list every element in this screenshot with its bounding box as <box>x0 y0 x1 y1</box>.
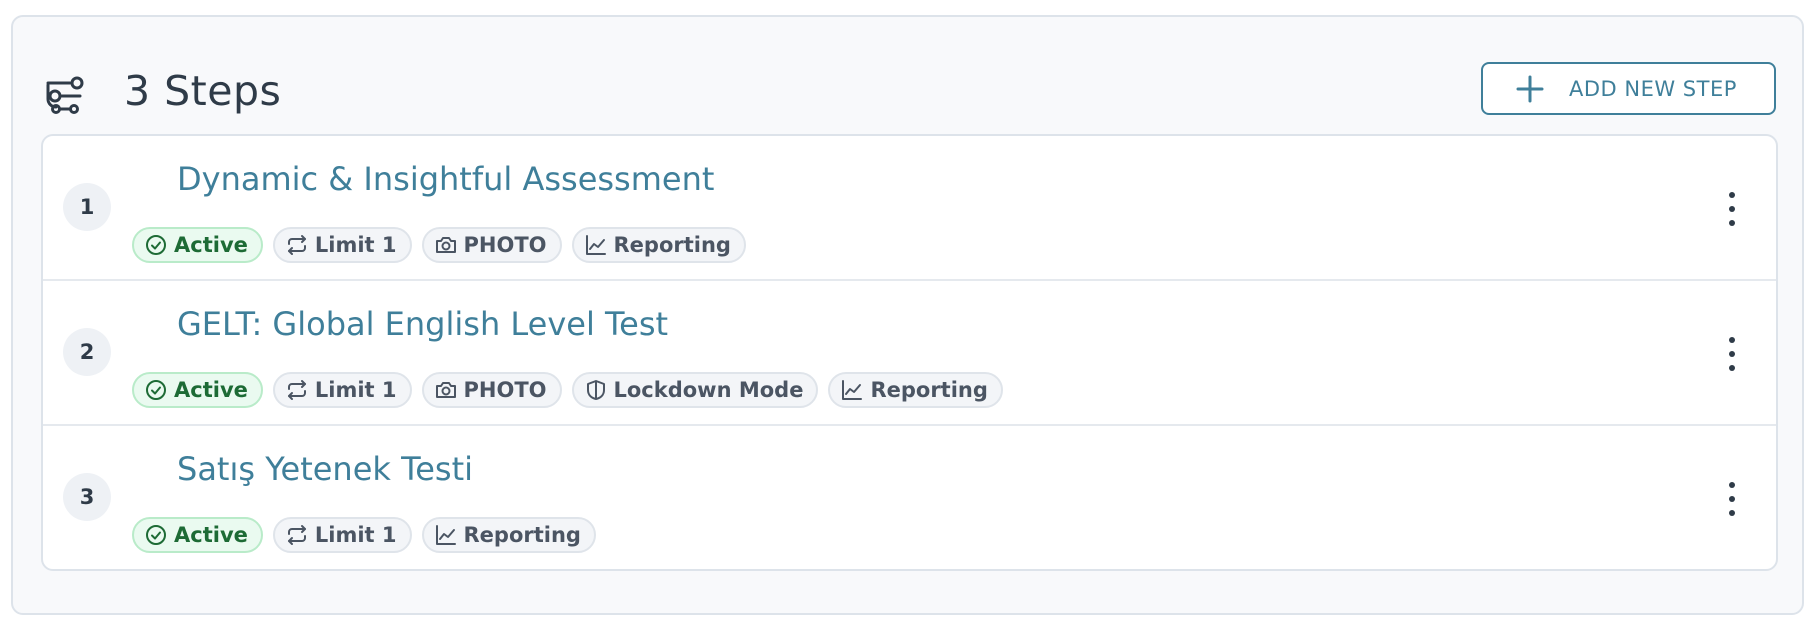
tag-active: Active <box>132 372 263 408</box>
tag-active: Active <box>132 227 263 263</box>
more-options-icon[interactable] <box>1722 337 1742 371</box>
plus-icon <box>1516 75 1544 102</box>
more-options-icon[interactable] <box>1722 192 1742 226</box>
repeat-icon <box>285 378 315 402</box>
steps-list: 1 Dynamic & Insightful Assessment Active Li… <box>41 134 1778 571</box>
camera-icon <box>434 378 464 402</box>
tag-limit-1: Limit 1 <box>272 372 412 408</box>
step-tags: Active Limit 1 Reporting <box>132 517 596 553</box>
step-title-link[interactable]: Satış Yetenek Testi <box>177 450 473 488</box>
tag-label: Limit 1 <box>314 378 397 402</box>
check-circle-icon <box>144 233 174 257</box>
tag-label: Active <box>174 233 248 257</box>
tag-lockdown-mode: Lockdown Mode <box>571 372 819 408</box>
tag-label: Limit 1 <box>314 233 397 257</box>
check-circle-icon <box>144 378 174 402</box>
tag-label: Reporting <box>613 233 731 257</box>
tag-reporting: Reporting <box>571 227 746 263</box>
tag-reporting: Reporting <box>421 517 596 553</box>
check-circle-icon <box>144 523 174 547</box>
tag-limit-1: Limit 1 <box>272 227 412 263</box>
repeat-icon <box>285 523 315 547</box>
tag-photo: PHOTO <box>421 227 562 263</box>
more-options-icon[interactable] <box>1722 482 1742 516</box>
step-number-badge: 1 <box>63 183 111 231</box>
tag-label: Limit 1 <box>314 523 397 547</box>
steps-route-icon <box>46 76 84 114</box>
add-new-step-button[interactable]: ADD NEW STEP <box>1481 62 1776 115</box>
tag-label: Reporting <box>463 523 581 547</box>
tag-label: Active <box>174 378 248 402</box>
camera-icon <box>434 233 464 257</box>
step-row[interactable]: 3 Satış Yetenek Testi Active Limit 1 Reporti… <box>43 426 1776 569</box>
step-title-link[interactable]: GELT: Global English Level Test <box>177 305 668 343</box>
step-number-badge: 2 <box>63 328 111 376</box>
tag-photo: PHOTO <box>421 372 562 408</box>
add-new-step-label: ADD NEW STEP <box>1569 76 1737 101</box>
tag-label: PHOTO <box>463 233 547 257</box>
chart-line-icon <box>584 233 614 257</box>
repeat-icon <box>285 233 315 257</box>
chart-line-icon <box>840 378 870 402</box>
tag-active: Active <box>132 517 263 553</box>
tag-limit-1: Limit 1 <box>272 517 412 553</box>
steps-header: 3 Steps ADD NEW STEP <box>13 17 1802 135</box>
chart-line-icon <box>434 523 464 547</box>
tag-label: PHOTO <box>463 378 547 402</box>
step-title-link[interactable]: Dynamic & Insightful Assessment <box>177 160 714 198</box>
tag-label: Reporting <box>870 378 988 402</box>
step-row[interactable]: 1 Dynamic & Insightful Assessment Active Li… <box>43 136 1776 281</box>
step-tags: Active Limit 1 PHOTO Lockdown Mode Reporting <box>132 372 1003 408</box>
page-title: 3 Steps <box>124 67 282 115</box>
tag-label: Active <box>174 523 248 547</box>
shield-icon <box>584 378 614 402</box>
step-row[interactable]: 2 GELT: Global English Level Test Active Li… <box>43 281 1776 426</box>
step-number-badge: 3 <box>63 473 111 521</box>
step-tags: Active Limit 1 PHOTO Reporting <box>132 227 746 263</box>
steps-card: 3 Steps ADD NEW STEP 1 Dynamic & Insightf… <box>11 15 1804 615</box>
tag-reporting: Reporting <box>828 372 1003 408</box>
tag-label: Lockdown Mode <box>613 378 804 402</box>
